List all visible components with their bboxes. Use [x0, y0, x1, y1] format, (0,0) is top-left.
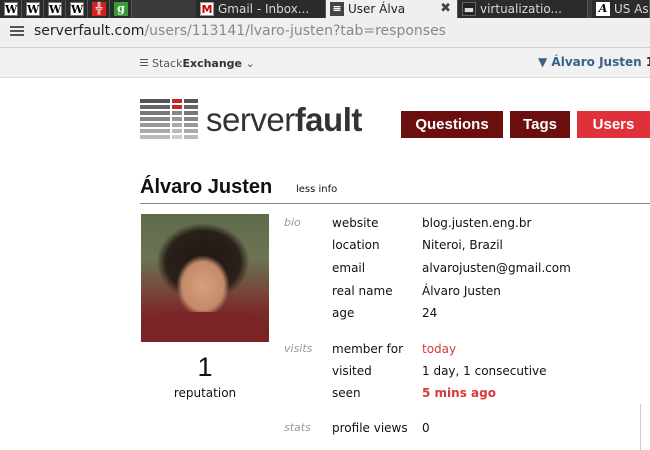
- seen-value: 5 mins ago: [422, 386, 496, 400]
- browser-tab[interactable]: W: [22, 0, 44, 18]
- triangle-down-icon: ▼: [538, 55, 548, 69]
- url-text[interactable]: serverfault.com/users/113141/lvaro-juste…: [34, 23, 446, 39]
- current-user-reputation: 1: [646, 55, 650, 69]
- visits-section-label: visits: [284, 342, 313, 355]
- browser-tab-gmail[interactable]: M Gmail - Inbox...: [196, 0, 326, 18]
- browser-tab[interactable]: ╬: [88, 0, 110, 18]
- location-value: Niteroi, Brazil: [422, 238, 503, 252]
- switcher-bold: Exchange: [182, 57, 243, 70]
- field-label: website: [332, 216, 379, 230]
- current-user-name: Álvaro Justen: [551, 55, 642, 69]
- nav-tags-button[interactable]: Tags: [510, 111, 570, 138]
- red-site-icon: ╬: [92, 2, 106, 16]
- wikipedia-icon: W: [48, 2, 62, 16]
- field-label: member for: [332, 342, 404, 356]
- browser-tab[interactable]: W: [44, 0, 66, 18]
- serverfault-logo[interactable]: serverfault: [140, 99, 385, 141]
- virtualization-icon: ▬: [462, 2, 476, 16]
- bio-section-label: bio: [284, 216, 301, 229]
- wikipedia-icon: W: [4, 2, 18, 16]
- avatar[interactable]: [141, 214, 269, 342]
- browser-tab[interactable]: W: [66, 0, 88, 18]
- less-info-link[interactable]: less info: [296, 184, 337, 195]
- chevron-down-icon: ⌄: [245, 57, 255, 70]
- profile-name: Álvaro Justen: [140, 176, 273, 198]
- url-host: serverfault.com: [34, 23, 145, 39]
- tab-label: User Álva: [348, 2, 406, 16]
- email-value: alvarojusten@gmail.com: [422, 261, 571, 275]
- stats-section-label: stats: [284, 421, 311, 434]
- logo-bars-icon: [140, 99, 198, 141]
- divider: [140, 203, 650, 204]
- field-label: email: [332, 261, 366, 275]
- url-path: /users/113141/lvaro-justen?tab=responses: [144, 23, 446, 39]
- nav-questions-button[interactable]: Questions: [401, 111, 503, 138]
- logo-text: serverfault: [206, 101, 362, 138]
- gmail-icon: M: [200, 2, 214, 16]
- browser-tab[interactable]: W: [0, 0, 22, 18]
- close-tab-icon[interactable]: ✖: [440, 0, 451, 18]
- age-value: 24: [422, 306, 438, 320]
- green-site-icon: g: [114, 2, 128, 16]
- website-link[interactable]: blog.justen.eng.br: [422, 216, 531, 230]
- reputation-count: 1: [197, 352, 213, 382]
- stackexchange-switcher[interactable]: StackExchange ⌄: [140, 57, 255, 70]
- reputation-label: reputation: [173, 386, 237, 400]
- browser-tab-us[interactable]: A US As: [592, 0, 650, 18]
- page-icon: [10, 26, 24, 40]
- field-label: seen: [332, 386, 361, 400]
- current-user-link[interactable]: ▼ Álvaro Justen 1: [538, 55, 650, 69]
- tab-label: virtualizatio...: [480, 2, 562, 16]
- browser-tab-active[interactable]: ≡ User Álva ✖: [326, 0, 458, 18]
- switcher-prefix: Stack: [152, 57, 183, 70]
- stackexchange-topbar: StackExchange ⌄ ▼ Álvaro Justen 1: [0, 48, 650, 78]
- us-site-icon: A: [596, 2, 610, 16]
- stackexchange-icon: [140, 59, 148, 68]
- browser-tab-strip: W W W W ╬ g M Gmail - Inbox... ≡ User Ál…: [0, 0, 650, 18]
- field-label: location: [332, 238, 380, 252]
- member-for-value: today: [422, 342, 457, 356]
- browser-tab[interactable]: g: [110, 0, 132, 18]
- nav-users-button[interactable]: Users: [577, 111, 650, 138]
- address-bar[interactable]: serverfault.com/users/113141/lvaro-juste…: [0, 18, 650, 48]
- field-label: visited: [332, 364, 372, 378]
- wikipedia-icon: W: [70, 2, 84, 16]
- tab-label: US As: [614, 2, 649, 16]
- visited-value: 1 day, 1 consecutive: [422, 364, 547, 378]
- browser-tab-virtualization[interactable]: ▬ virtualizatio...: [458, 0, 588, 18]
- tab-label: Gmail - Inbox...: [218, 2, 310, 16]
- field-label: age: [332, 306, 355, 320]
- wikipedia-icon: W: [26, 2, 40, 16]
- scrollbar-edge: [640, 404, 641, 450]
- profile-views-value: 0: [422, 421, 430, 435]
- field-label: real name: [332, 284, 393, 298]
- field-label: profile views: [332, 421, 408, 435]
- real-name-value: Álvaro Justen: [422, 284, 501, 298]
- serverfault-icon: ≡: [330, 2, 344, 16]
